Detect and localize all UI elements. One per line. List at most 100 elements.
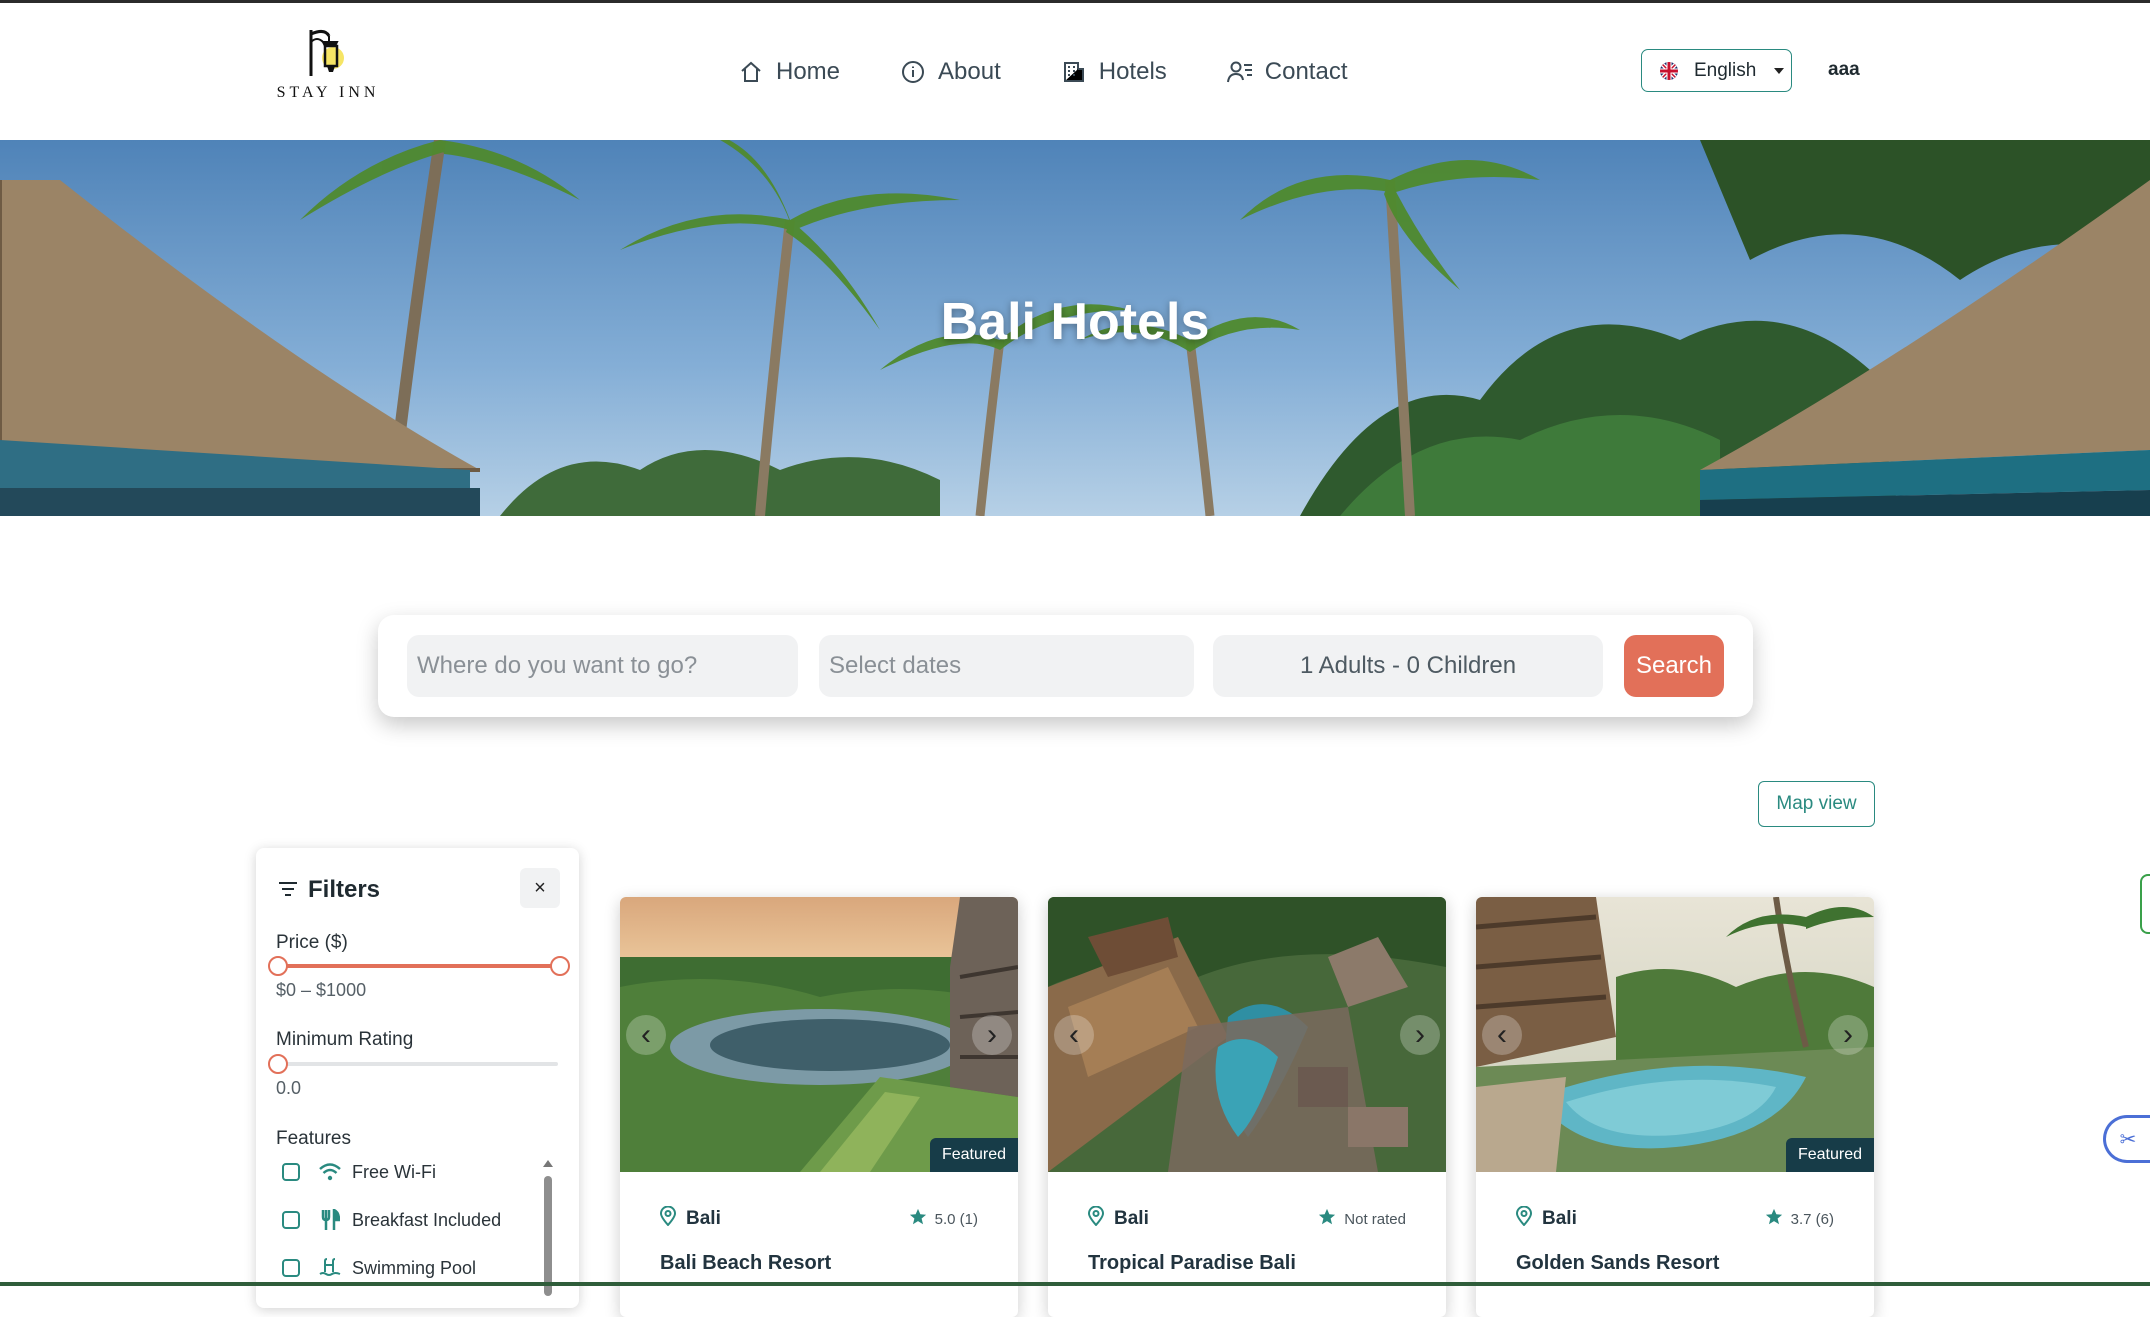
features-scrollbar[interactable] — [543, 1160, 553, 1310]
hotel-location: Bali — [659, 1205, 721, 1232]
next-photo-icon[interactable]: › — [1828, 1015, 1868, 1055]
prev-photo-icon[interactable]: ‹ — [1482, 1015, 1522, 1055]
close-filters-button[interactable]: × — [520, 868, 560, 908]
price-min-handle[interactable] — [268, 956, 288, 976]
hotel-location-text: Bali — [686, 1208, 721, 1229]
scroll-thumb[interactable] — [544, 1176, 552, 1296]
hotel-location-text: Bali — [1542, 1208, 1577, 1229]
stay-inn-logo[interactable]: STAY INN — [272, 26, 384, 108]
filters-panel: Filters × Price ($) $0 – $1000 Minimum R… — [256, 848, 579, 1308]
hotel-photo-image — [1048, 897, 1446, 1172]
side-feedback-tab[interactable] — [2140, 874, 2150, 934]
hotel-photo[interactable]: ‹ › Featured — [1476, 897, 1874, 1172]
feature-checkbox[interactable] — [282, 1211, 300, 1229]
feature-checkbox[interactable] — [282, 1163, 300, 1181]
feature-label: Breakfast Included — [352, 1209, 502, 1230]
hotel-location: Bali — [1515, 1205, 1577, 1232]
filter-icon — [278, 876, 298, 904]
filters-header: Filters — [278, 876, 380, 904]
nav-item-home[interactable]: Home — [738, 58, 840, 86]
hotel-rating: 3.7 (6) — [1765, 1208, 1834, 1230]
map-view-button[interactable]: Map view — [1758, 781, 1875, 827]
hero-title: Bali Hotels — [940, 293, 1210, 351]
uk-flag-icon — [1660, 61, 1678, 80]
feature-swimming-pool[interactable]: Swimming Pool — [282, 1256, 476, 1280]
next-photo-icon[interactable]: › — [1400, 1015, 1440, 1055]
nav-label-hotels: Hotels — [1098, 58, 1167, 85]
hotel-card[interactable]: ‹ › Featured Bali 5.0 (1) Bali Beach Res… — [620, 897, 1018, 1317]
contact-icon — [1226, 59, 1253, 85]
hotel-photo-image — [620, 897, 1018, 1172]
map-pin-icon — [1087, 1205, 1105, 1232]
star-icon — [1765, 1208, 1783, 1230]
hotel-photo[interactable]: ‹ › Featured — [620, 897, 1018, 1172]
home-icon — [738, 59, 764, 85]
nav-item-hotels[interactable]: Hotels — [1061, 58, 1167, 86]
rating-slider[interactable] — [268, 1054, 558, 1074]
destination-input[interactable]: Where do you want to go? — [407, 635, 798, 697]
user-name[interactable]: aaa — [1828, 59, 1860, 81]
hotel-photo-image — [1476, 897, 1874, 1172]
features-label: Features — [276, 1128, 351, 1149]
filters-title: Filters — [308, 876, 381, 903]
rating-handle[interactable] — [268, 1054, 288, 1074]
hotel-rating-text: 5.0 (1) — [934, 1210, 978, 1228]
map-pin-icon — [659, 1205, 677, 1232]
nav-item-contact[interactable]: Contact — [1226, 58, 1348, 86]
feature-free-wifi[interactable]: Free Wi-Fi — [282, 1160, 436, 1184]
nav-item-about[interactable]: About — [900, 58, 1001, 86]
wifi-icon — [318, 1160, 342, 1184]
nav-label-about: About — [938, 58, 1001, 85]
star-icon — [1318, 1208, 1336, 1230]
hotel-location: Bali — [1087, 1205, 1149, 1232]
featured-badge: Featured — [1785, 1138, 1874, 1172]
accessibility-widget-icon[interactable]: ✂ — [2103, 1115, 2150, 1163]
language-dropdown[interactable]: English — [1641, 49, 1792, 92]
nav-label-home: Home — [776, 58, 841, 85]
search-bar: Where do you want to go? Select dates 1 … — [378, 615, 1753, 717]
price-slider-fill — [276, 964, 558, 968]
info-icon — [900, 59, 926, 85]
price-max-handle[interactable] — [550, 956, 570, 976]
hotel-location-text: Bali — [1114, 1208, 1149, 1229]
guests-selector[interactable]: 1 Adults - 0 Children — [1213, 635, 1603, 697]
price-slider[interactable] — [268, 956, 570, 976]
hotel-card[interactable]: ‹ › Featured Bali 3.7 (6) Golden Sands R… — [1476, 897, 1874, 1317]
scroll-up-icon[interactable] — [543, 1160, 553, 1167]
hotel-photo[interactable]: ‹ › — [1048, 897, 1446, 1172]
caret-down-icon — [1774, 67, 1785, 74]
featured-badge: Featured — [929, 1138, 1018, 1172]
prev-photo-icon[interactable]: ‹ — [1054, 1015, 1094, 1055]
price-label: Price ($) — [276, 932, 348, 953]
rating-value: 0.0 — [276, 1078, 302, 1098]
star-icon — [909, 1208, 927, 1230]
utensils-icon — [318, 1208, 342, 1232]
top-border — [0, 0, 2150, 3]
feature-label: Free Wi-Fi — [352, 1161, 436, 1182]
bottom-border — [0, 1282, 2150, 1286]
hotel-rating-text: 3.7 (6) — [1790, 1210, 1834, 1228]
feature-checkbox[interactable] — [282, 1259, 300, 1277]
map-pin-icon — [1515, 1205, 1533, 1232]
hero-banner: Bali Hotels — [0, 140, 2150, 516]
next-photo-icon[interactable]: › — [972, 1015, 1012, 1055]
hotel-rating-text: Not rated — [1344, 1210, 1406, 1228]
feature-breakfast[interactable]: Breakfast Included — [282, 1208, 501, 1232]
nav-label-contact: Contact — [1264, 58, 1348, 85]
dates-input[interactable]: Select dates — [819, 635, 1194, 697]
hotel-name[interactable]: Bali Beach Resort — [660, 1252, 831, 1275]
rating-label: Minimum Rating — [276, 1029, 414, 1050]
prev-photo-icon[interactable]: ‹ — [626, 1015, 666, 1055]
search-button[interactable]: Search — [1624, 635, 1724, 697]
hotel-card[interactable]: ‹ › Bali Not rated Tropical Paradise Bal… — [1048, 897, 1446, 1317]
main-nav: Home About Hotels Contact — [738, 54, 1348, 90]
price-range-value: $0 – $1000 — [276, 980, 367, 1000]
feature-label: Swimming Pool — [352, 1257, 477, 1278]
hotel-name[interactable]: Golden Sands Resort — [1516, 1252, 1719, 1275]
language-label: English — [1694, 59, 1757, 81]
logo-text: STAY INN — [276, 84, 380, 101]
pool-icon — [318, 1256, 342, 1280]
hotel-name[interactable]: Tropical Paradise Bali — [1088, 1252, 1296, 1275]
hotel-rating: Not rated — [1318, 1208, 1406, 1230]
hotel-rating: 5.0 (1) — [909, 1208, 978, 1230]
